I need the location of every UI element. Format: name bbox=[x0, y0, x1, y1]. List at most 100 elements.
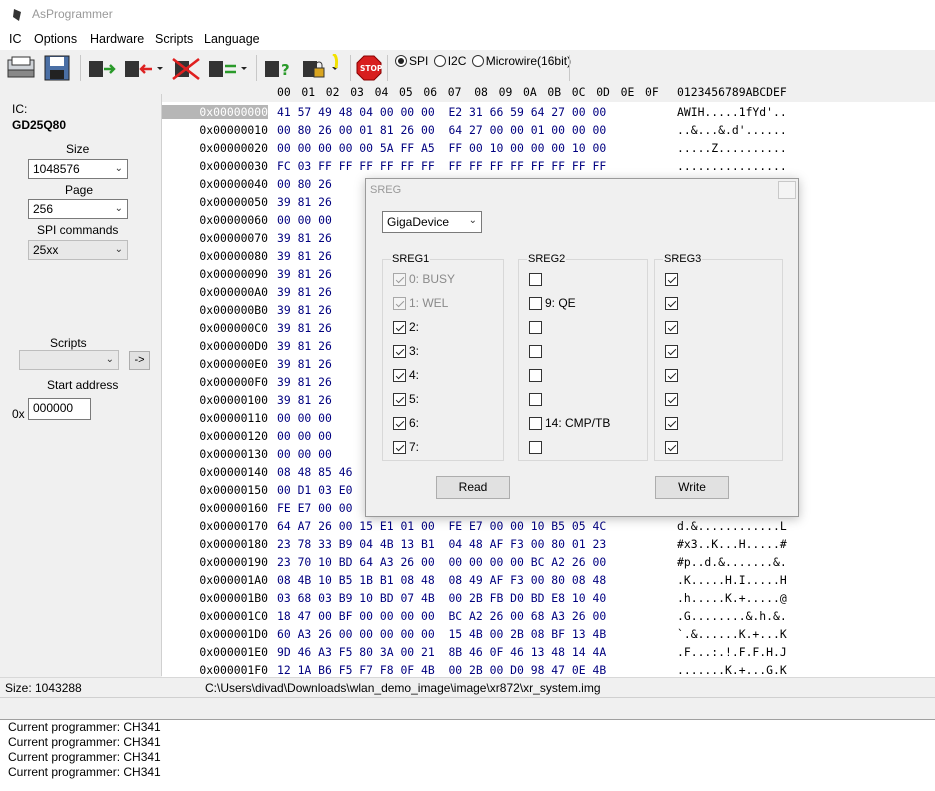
hex-row[interactable]: 0x000001D0 60 A3 26 00 00 00 00 00 15 4B … bbox=[162, 626, 935, 644]
sreg2-bit-checkbox[interactable] bbox=[529, 273, 542, 286]
hex-row[interactable]: 0x00000010 00 80 26 00 01 81 26 00 64 27 … bbox=[162, 122, 935, 140]
erase-chip-icon[interactable] bbox=[170, 54, 202, 82]
hex-row-ascii[interactable]: ................ bbox=[677, 159, 787, 173]
hex-row-bytes[interactable]: 39 81 26 bbox=[277, 267, 332, 281]
hex-row-ascii[interactable]: #p..d.&.......&. bbox=[677, 555, 787, 569]
hex-row-bytes[interactable]: 00 00 00 bbox=[277, 213, 332, 227]
hex-row[interactable]: 0x00000170 64 A7 26 00 15 E1 01 00 FE E7 … bbox=[162, 518, 935, 536]
hex-row[interactable]: 0x000001B0 03 68 03 B9 10 BD 07 4B 00 2B … bbox=[162, 590, 935, 608]
sreg3-bit-checkbox[interactable] bbox=[665, 345, 678, 358]
spi-radio[interactable] bbox=[395, 55, 407, 67]
hex-row-bytes[interactable]: 39 81 26 bbox=[277, 339, 332, 353]
hex-row-ascii[interactable]: .h.....K.+.....@ bbox=[677, 591, 787, 605]
sreg3-bit-checkbox[interactable] bbox=[665, 369, 678, 382]
size-select[interactable]: 1048576 ⌄ bbox=[28, 159, 128, 179]
spi-commands-select[interactable]: 25xx ⌄ bbox=[28, 240, 128, 260]
hex-row-bytes[interactable]: 00 80 26 bbox=[277, 177, 332, 191]
sreg1-bit-checkbox[interactable] bbox=[393, 441, 406, 454]
hex-row-bytes[interactable]: 39 81 26 bbox=[277, 195, 332, 209]
hex-row-ascii[interactable]: #x3..K...H.....# bbox=[677, 537, 787, 551]
menu-ic[interactable]: IC bbox=[9, 32, 22, 46]
hex-row-bytes[interactable]: 00 00 00 bbox=[277, 429, 332, 443]
hex-row-ascii[interactable]: .......K.+...G.K bbox=[677, 663, 787, 677]
menu-hardware[interactable]: Hardware bbox=[90, 32, 144, 46]
hex-row-ascii[interactable]: d.&............L bbox=[677, 519, 787, 533]
i2c-radio[interactable] bbox=[433, 55, 446, 67]
sreg3-bit-checkbox[interactable] bbox=[665, 273, 678, 286]
hex-row[interactable]: 0x000001E0 9D 46 A3 F5 80 3A 00 21 8B 46 … bbox=[162, 644, 935, 662]
hex-row-bytes[interactable]: 00 00 00 bbox=[277, 411, 332, 425]
start-address-input[interactable]: 000000 bbox=[28, 398, 91, 420]
hex-row-bytes[interactable]: 60 A3 26 00 00 00 00 00 15 4B 00 2B 08 B… bbox=[277, 627, 606, 641]
sreg2-bit-checkbox[interactable] bbox=[529, 441, 542, 454]
hex-row-bytes[interactable]: 08 4B 10 B5 1B B1 08 48 08 49 AF F3 00 8… bbox=[277, 573, 606, 587]
hex-row-bytes[interactable]: 39 81 26 bbox=[277, 303, 332, 317]
hex-row-bytes[interactable]: 23 78 33 B9 04 4B 13 B1 04 48 AF F3 00 8… bbox=[277, 537, 606, 551]
close-button[interactable] bbox=[778, 181, 796, 199]
sreg1-bit-checkbox[interactable] bbox=[393, 321, 406, 334]
hex-row[interactable]: 0x00000190 23 70 10 BD 64 A3 26 00 00 00 … bbox=[162, 554, 935, 572]
hex-row-bytes[interactable]: FC 03 FF FF FF FF FF FF FF FF FF FF FF F… bbox=[277, 159, 606, 173]
hex-row-bytes[interactable]: 39 81 26 bbox=[277, 321, 332, 335]
hex-row-bytes[interactable]: 00 00 00 00 00 5A FF A5 FF 00 10 00 00 0… bbox=[277, 141, 606, 155]
vendor-select[interactable]: GigaDevice ⌄ bbox=[382, 211, 482, 233]
sreg1-bit-checkbox[interactable] bbox=[393, 345, 406, 358]
write-button[interactable]: Write bbox=[655, 476, 729, 499]
sreg2-bit-checkbox[interactable] bbox=[529, 321, 542, 334]
hex-row-bytes[interactable]: 03 68 03 B9 10 BD 07 4B 00 2B FB D0 BD E… bbox=[277, 591, 606, 605]
read-id-icon[interactable]: ? bbox=[262, 54, 294, 82]
hex-row-bytes[interactable]: 08 48 85 46 bbox=[277, 465, 352, 479]
sreg2-bit-checkbox[interactable] bbox=[529, 345, 542, 358]
hex-row-ascii[interactable]: `.&......K.+...K bbox=[677, 627, 787, 641]
hex-row-bytes[interactable]: 18 47 00 BF 00 00 00 00 BC A2 26 00 68 A… bbox=[277, 609, 606, 623]
hex-row-ascii[interactable]: AWIH.....1fYd'.. bbox=[677, 105, 787, 119]
lock-chip-icon[interactable] bbox=[300, 54, 344, 82]
sreg3-bit-checkbox[interactable] bbox=[665, 441, 678, 454]
scripts-select[interactable]: ⌄ bbox=[19, 350, 119, 370]
save-file-icon[interactable] bbox=[42, 54, 72, 82]
sreg3-bit-checkbox[interactable] bbox=[665, 321, 678, 334]
hex-row-bytes[interactable]: 00 00 00 bbox=[277, 447, 332, 461]
stop-icon[interactable]: STOP bbox=[356, 54, 382, 82]
hex-row-bytes[interactable]: 39 81 26 bbox=[277, 249, 332, 263]
microwire-radio[interactable] bbox=[471, 55, 484, 67]
menu-options[interactable]: Options bbox=[34, 32, 77, 46]
hex-row-bytes[interactable]: 23 70 10 BD 64 A3 26 00 00 00 00 00 BC A… bbox=[277, 555, 606, 569]
sreg3-bit-checkbox[interactable] bbox=[665, 393, 678, 406]
read-button[interactable]: Read bbox=[436, 476, 510, 499]
hex-row-bytes[interactable]: 12 1A B6 F5 F7 F8 0F 4B 00 2B 00 D0 98 4… bbox=[277, 663, 606, 677]
hex-row[interactable]: 0x000001C0 18 47 00 BF 00 00 00 00 BC A2 … bbox=[162, 608, 935, 626]
sreg3-bit-checkbox[interactable] bbox=[665, 297, 678, 310]
hex-row[interactable]: 0x00000020 00 00 00 00 00 5A FF A5 FF 00 … bbox=[162, 140, 935, 158]
hex-row-bytes[interactable]: 9D 46 A3 F5 80 3A 00 21 8B 46 0F 46 13 4… bbox=[277, 645, 606, 659]
sreg2-bit-checkbox[interactable] bbox=[529, 369, 542, 382]
hex-row[interactable]: 0x000001A0 08 4B 10 B5 1B B1 08 48 08 49 … bbox=[162, 572, 935, 590]
sreg2-bit-checkbox[interactable] bbox=[529, 393, 542, 406]
sreg1-bit-checkbox[interactable] bbox=[393, 369, 406, 382]
log-splitter[interactable] bbox=[0, 697, 935, 720]
hex-row-ascii[interactable]: .F...:.!.F.F.H.J bbox=[677, 645, 787, 659]
hex-row-bytes[interactable]: FE E7 00 00 bbox=[277, 501, 352, 515]
hex-row-ascii[interactable]: .G........&.h.&. bbox=[677, 609, 787, 623]
hex-row[interactable]: 0x000001F0 12 1A B6 F5 F7 F8 0F 4B 00 2B … bbox=[162, 662, 935, 677]
hex-row[interactable]: 0x00000030 FC 03 FF FF FF FF FF FF FF FF … bbox=[162, 158, 935, 176]
sreg1-bit-checkbox[interactable] bbox=[393, 393, 406, 406]
hex-row[interactable]: 0x00000000 41 57 49 48 04 00 00 00 E2 31 … bbox=[162, 104, 935, 122]
hex-row-bytes[interactable]: 41 57 49 48 04 00 00 00 E2 31 66 59 64 2… bbox=[277, 105, 606, 119]
spi-radio-label[interactable]: SPI bbox=[409, 54, 428, 68]
hex-row-ascii[interactable]: .....Z.......... bbox=[677, 141, 787, 155]
menu-language[interactable]: Language bbox=[204, 32, 260, 46]
hex-row-ascii[interactable]: ..&...&.d'...... bbox=[677, 123, 787, 137]
sreg2-bit-checkbox[interactable] bbox=[529, 297, 542, 310]
sreg2-bit-checkbox[interactable] bbox=[529, 417, 542, 430]
read-chip-icon[interactable] bbox=[86, 54, 118, 82]
hex-row-bytes[interactable]: 39 81 26 bbox=[277, 393, 332, 407]
hex-row-ascii[interactable]: .K.....H.I.....H bbox=[677, 573, 787, 587]
hex-row-bytes[interactable]: 39 81 26 bbox=[277, 231, 332, 245]
write-chip-icon[interactable] bbox=[122, 54, 166, 82]
sreg3-bit-checkbox[interactable] bbox=[665, 417, 678, 430]
hex-row-bytes[interactable]: 00 80 26 00 01 81 26 00 64 27 00 00 01 0… bbox=[277, 123, 606, 137]
i2c-radio-label[interactable]: I2C bbox=[448, 54, 467, 68]
hex-row[interactable]: 0x00000180 23 78 33 B9 04 4B 13 B1 04 48 … bbox=[162, 536, 935, 554]
hex-row-bytes[interactable]: 39 81 26 bbox=[277, 285, 332, 299]
